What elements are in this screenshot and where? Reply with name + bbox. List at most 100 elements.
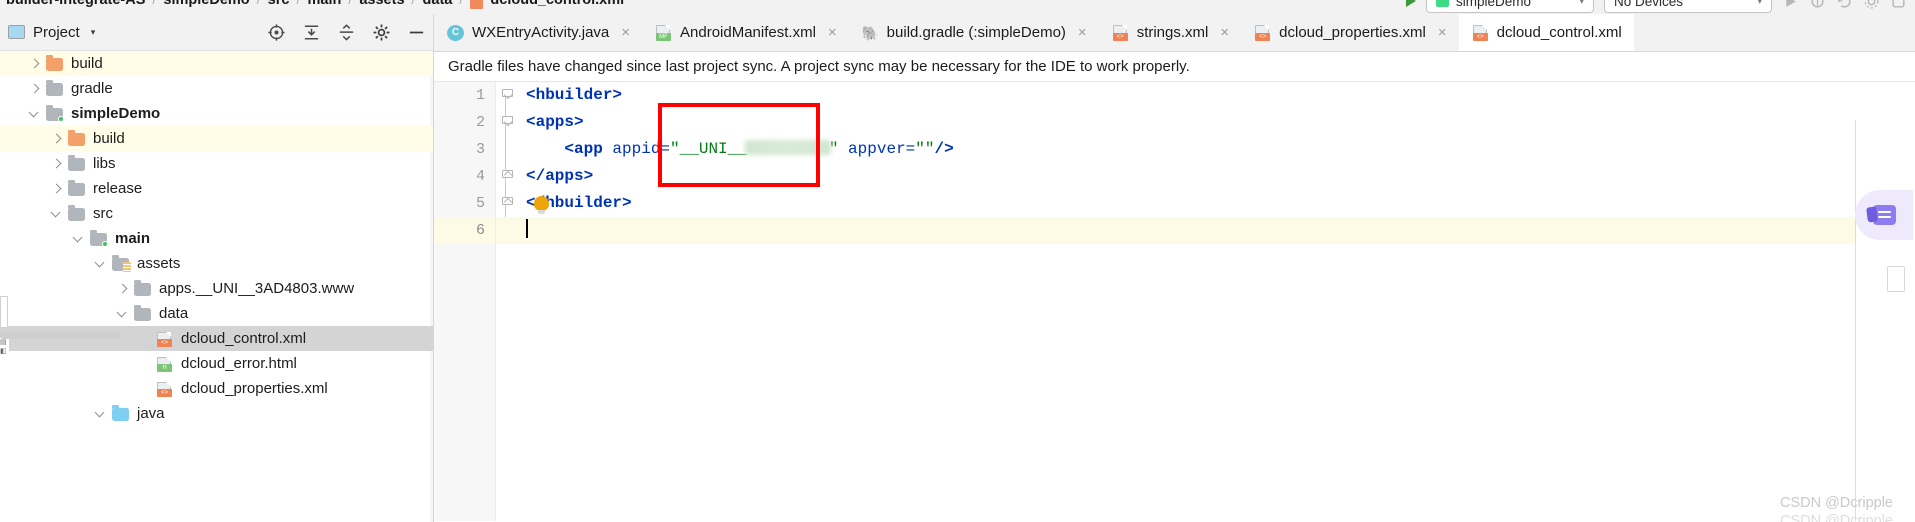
locate-target-icon[interactable]	[267, 23, 286, 42]
line-number: 1	[475, 87, 485, 104]
fold-end-icon[interactable]	[500, 163, 515, 190]
breadcrumb-item-0[interactable]: builder-integrate-AS	[6, 0, 145, 8]
folder-orange-icon	[67, 130, 86, 147]
line-number: 4	[475, 168, 485, 185]
editor-right-rail[interactable]	[1855, 120, 1915, 521]
device-selector-label: No Devices	[1614, 0, 1684, 9]
tree-item-simpledemo[interactable]: simpleDemo	[0, 101, 434, 126]
tree-item-build[interactable]: build	[0, 51, 434, 76]
breadcrumb-separator: /	[152, 0, 157, 8]
fold-start-icon[interactable]	[500, 82, 515, 109]
attach-debugger-icon[interactable]	[1809, 0, 1826, 10]
tree-item-release[interactable]: release	[0, 176, 434, 201]
tree-item-src[interactable]: src	[0, 201, 434, 226]
close-icon[interactable]: ×	[1220, 24, 1229, 41]
tree-item-label: gradle	[71, 80, 113, 97]
run-configuration-selector[interactable]: simpleDemo ▾	[1426, 0, 1594, 13]
hide-panel-icon[interactable]	[407, 23, 426, 42]
chevron-down-icon[interactable]	[116, 307, 130, 321]
tree-item-label: assets	[137, 255, 181, 272]
editor-tab-dcloud-properties-xml[interactable]: <> dcloud_properties.xml ×	[1241, 14, 1459, 51]
editor-tab-build-gradle-simpledemo-[interactable]: 🐘 build.gradle (:simpleDemo) ×	[849, 14, 1099, 51]
close-icon[interactable]: ×	[828, 24, 837, 41]
breadcrumb-item-6[interactable]: dcloud_control.xml	[490, 0, 624, 8]
chevron-down-icon[interactable]	[94, 257, 108, 271]
sdk-manager-icon[interactable]	[1890, 0, 1907, 10]
editor-tab-label: dcloud_control.xml	[1496, 24, 1622, 41]
settings-gear-icon[interactable]	[1863, 0, 1880, 10]
chevron-down-icon[interactable]	[94, 407, 108, 421]
code-line[interactable]: </hbuilder>	[526, 190, 1915, 217]
folder-orange-icon	[45, 55, 64, 72]
breadcrumb-item-2[interactable]: src	[268, 0, 290, 8]
collapse-all-icon[interactable]	[302, 23, 321, 42]
breadcrumb-item-4[interactable]: assets	[359, 0, 404, 8]
tree-horizontal-scrollbar[interactable]	[0, 330, 434, 341]
chevron-right-icon[interactable]	[28, 57, 42, 71]
tree-item-apps-uni-3ad4803-www[interactable]: apps.__UNI__3AD4803.www	[0, 276, 434, 301]
tree-item-gradle[interactable]: gradle	[0, 76, 434, 101]
run-play-icon[interactable]	[1406, 0, 1416, 7]
code-line[interactable]: </apps>	[526, 163, 1915, 190]
close-icon[interactable]: ×	[1078, 24, 1087, 41]
tree-item-main[interactable]: main	[0, 226, 434, 251]
editor-tab-dcloud-control-xml[interactable]: <> dcloud_control.xml	[1458, 14, 1634, 51]
chevron-right-icon[interactable]	[116, 282, 130, 296]
chevron-right-icon[interactable]	[50, 132, 64, 146]
code-token-val: ""	[915, 140, 935, 158]
tree-item-java[interactable]: java	[0, 401, 434, 426]
rail-marker[interactable]	[1887, 266, 1905, 292]
tree-item-dcloud-error-html[interactable]: Hdcloud_error.html	[0, 351, 434, 376]
fold-start-icon[interactable]	[500, 109, 515, 136]
code-folding-gutter[interactable]	[496, 82, 522, 521]
close-icon[interactable]: ×	[621, 24, 630, 41]
code-line[interactable]	[496, 217, 1915, 244]
left-strip-panel-stub[interactable]	[0, 296, 8, 328]
line-number: 3	[475, 141, 485, 158]
tree-item-build[interactable]: build	[0, 126, 434, 151]
breadcrumb-separator: /	[296, 0, 301, 8]
expand-all-icon[interactable]	[337, 23, 356, 42]
device-selector[interactable]: No Devices ▾	[1604, 0, 1772, 13]
tree-item-label: release	[93, 180, 143, 197]
tree-item-libs[interactable]: libs	[0, 151, 434, 176]
tree-item-label: simpleDemo	[71, 105, 161, 122]
chevron-down-icon[interactable]	[72, 232, 86, 246]
line-number: 5	[475, 195, 485, 212]
chevron-right-icon[interactable]	[50, 157, 64, 171]
fold-end-icon[interactable]	[500, 190, 515, 217]
breadcrumb[interactable]: builder-integrate-AS / simpleDemo / src …	[6, 0, 624, 9]
code-editor[interactable]: 1 2 3 4 5 6 <hbuilder> <apps> <app appid="__UN…	[434, 82, 1915, 522]
tree-item-assets[interactable]: assets	[0, 251, 434, 276]
folder-gray-icon	[45, 80, 64, 97]
chevron-down-icon[interactable]	[50, 207, 64, 221]
tree-item-data[interactable]: data	[0, 301, 434, 326]
chevron-down-icon[interactable]	[28, 107, 42, 121]
chevron-right-icon[interactable]	[28, 82, 42, 96]
editor-tab-bar[interactable]: C WXEntryActivity.java × MF AndroidManifest.…	[434, 14, 1915, 52]
scrollbar-thumb[interactable]	[0, 332, 120, 339]
breadcrumb-item-1[interactable]: simpleDemo	[163, 0, 249, 8]
settings-gear-icon[interactable]	[372, 23, 391, 42]
project-file-tree[interactable]: build gradle simpleDemo build libs release src…	[0, 51, 434, 522]
code-line[interactable]: <app appid="__UNI__ " appver=""/>	[526, 136, 1915, 163]
breadcrumb-item-3[interactable]: main	[307, 0, 341, 8]
breadcrumb-item-5[interactable]: data	[423, 0, 453, 8]
editor-tab-wxentryactivity-java[interactable]: C WXEntryActivity.java ×	[434, 14, 642, 51]
editor-tab-androidmanifest-xml[interactable]: MF AndroidManifest.xml ×	[642, 14, 849, 51]
code-line[interactable]: <apps>	[526, 109, 1915, 136]
chevron-down-icon[interactable]: ▾	[91, 27, 96, 38]
editor-tab-label: build.gradle (:simpleDemo)	[886, 24, 1066, 41]
run-play-icon[interactable]	[1782, 0, 1799, 10]
sync-project-icon[interactable]	[1836, 0, 1853, 10]
close-icon[interactable]: ×	[1438, 24, 1447, 41]
intention-bulb-icon[interactable]	[534, 196, 549, 214]
tree-item-dcloud-properties-xml[interactable]: <> dcloud_properties.xml	[0, 376, 434, 401]
code-line[interactable]: <hbuilder>	[526, 82, 1915, 109]
left-strip-icons[interactable]: ▤ ◧	[0, 338, 9, 378]
chevron-right-icon[interactable]	[50, 182, 64, 196]
ai-assistant-icon[interactable]	[1855, 190, 1913, 240]
code-content[interactable]: <hbuilder> <apps> <app appid="__UNI__ " ap…	[496, 82, 1915, 521]
editor-tab-strings-xml[interactable]: <> strings.xml ×	[1099, 14, 1241, 51]
